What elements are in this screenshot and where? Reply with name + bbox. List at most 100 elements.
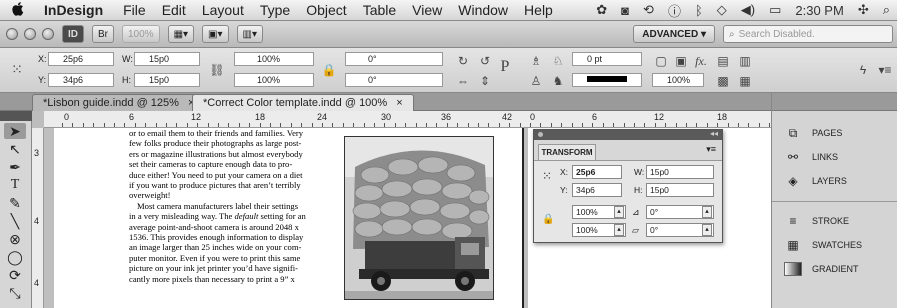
document-page-left[interactable]: or to email them to their friends and fa…	[54, 128, 524, 308]
effects-button[interactable]: fx.	[690, 52, 712, 70]
panel-item-pages[interactable]: ⧉ PAGES	[784, 123, 843, 143]
menu-table[interactable]: Table	[355, 2, 404, 18]
tab-close-icon[interactable]: ×	[396, 97, 402, 109]
volume-icon[interactable]: ◀)	[734, 2, 762, 18]
collapse-panel-icon[interactable]: ◂◂	[710, 129, 718, 138]
menu-view[interactable]: View	[404, 2, 450, 18]
screen-mode-button[interactable]: ▣▾	[202, 25, 229, 43]
arrange-documents-button[interactable]: ▥▾	[236, 25, 263, 43]
scale-x-stepper[interactable]: ▴	[614, 206, 624, 218]
constrain-scale-icon[interactable]: 🔒	[318, 61, 340, 79]
tab-lisbon-guide[interactable]: *Lisbon guide.indd @ 125% ×	[32, 94, 206, 111]
rotation-stepper[interactable]: ▴	[702, 206, 712, 218]
menu-object[interactable]: Object	[298, 2, 354, 18]
bluetooth-icon[interactable]: ᛒ	[688, 3, 710, 18]
select-next-icon[interactable]: ♞	[547, 72, 569, 90]
menu-type[interactable]: Type	[252, 2, 298, 18]
scale-tool-icon[interactable]: ⤡	[4, 285, 26, 301]
width-field[interactable]: 15p0	[134, 52, 200, 66]
view-options-button[interactable]: ▦▾	[167, 25, 195, 43]
search-field[interactable]: ⌕ Search Disabled.	[723, 25, 893, 43]
x-position-field[interactable]: 25p6	[572, 165, 622, 179]
wifi-icon[interactable]: ◇	[710, 2, 734, 18]
spotlight-icon[interactable]: ⌕	[876, 2, 897, 18]
scale-y-field[interactable]: 100%	[234, 73, 314, 87]
panel-item-swatches[interactable]: ▦ SWATCHES	[784, 235, 862, 255]
pencil-tool-icon[interactable]: ✎	[4, 195, 26, 211]
scale-x-field[interactable]: 100%	[234, 52, 314, 66]
select-content-icon[interactable]: ♘	[547, 52, 569, 70]
select-container-icon[interactable]: ♗	[525, 52, 547, 70]
panel-item-layers[interactable]: ◈ LAYERS	[784, 171, 846, 191]
truck-photo-frame[interactable]	[344, 136, 494, 300]
apple-menu-icon[interactable]	[12, 1, 38, 20]
shear-stepper[interactable]: ▴	[702, 224, 712, 236]
stroke-type-dropdown[interactable]	[572, 73, 642, 87]
width-field[interactable]: 15p0	[646, 165, 714, 179]
bridge-button[interactable]: Br	[92, 25, 114, 43]
flip-horizontal-icon[interactable]: ⇔	[452, 72, 474, 90]
control-panel-menu-icon[interactable]: ▾≡	[874, 61, 896, 79]
body-text-frame[interactable]: or to email them to their friends and fa…	[129, 128, 327, 284]
text-wrap-icon[interactable]: ▤	[712, 52, 734, 70]
type-on-path-icon[interactable]: P	[494, 58, 516, 76]
rotate-tool-icon[interactable]: ⟳	[4, 267, 26, 283]
close-window-button[interactable]	[6, 28, 18, 40]
menu-edit[interactable]: Edit	[154, 2, 194, 18]
status-app-icon[interactable]: ✿	[589, 2, 614, 18]
stroke-weight-field[interactable]: 0 pt	[572, 52, 642, 66]
selection-tool-icon[interactable]: ➤	[4, 123, 26, 139]
battery-icon[interactable]: ▭	[762, 2, 788, 18]
vertical-ruler[interactable]: 3 4 4	[32, 128, 44, 308]
zoom-window-button[interactable]	[42, 28, 54, 40]
minimize-window-button[interactable]	[24, 28, 36, 40]
shadow-box-icon[interactable]: ▣	[670, 52, 692, 70]
status-info-icon[interactable]: ⓘ	[661, 1, 688, 20]
zoom-level-dropdown[interactable]: 100%	[122, 25, 160, 43]
panel-item-links[interactable]: ⚯ LINKS	[784, 147, 838, 167]
menu-layout[interactable]: Layout	[194, 2, 252, 18]
ellipse-tool-icon[interactable]: ◯	[4, 249, 26, 265]
horizontal-ruler[interactable]: 0 6 12 18 24 30 36 42 0 6 12 18	[44, 111, 771, 128]
tab-transform[interactable]: TRANSFORM	[538, 144, 596, 160]
y-position-field[interactable]: 34p6	[48, 73, 114, 87]
rectangle-frame-tool-icon[interactable]: ⊗	[4, 231, 26, 247]
close-panel-icon[interactable]	[538, 132, 543, 137]
direct-selection-tool-icon[interactable]: ↖	[4, 141, 26, 157]
reference-point-icon[interactable]: ⁙	[6, 60, 28, 78]
x-position-field[interactable]: 25p6	[48, 52, 114, 66]
indesign-logo-icon[interactable]: ID	[62, 25, 84, 43]
menu-file[interactable]: File	[115, 2, 154, 18]
rotation-angle-field[interactable]: 0°	[345, 52, 443, 66]
fit-frame-icon[interactable]: ▩	[712, 72, 734, 90]
line-tool-icon[interactable]: ╲	[4, 213, 26, 229]
opacity-field[interactable]: 100%	[652, 73, 704, 87]
tools-panel-header[interactable]	[0, 111, 32, 121]
drop-shadow-icon[interactable]: ▢	[650, 52, 672, 70]
type-tool-icon[interactable]: T	[4, 177, 26, 193]
panel-dock-header[interactable]	[772, 93, 897, 111]
menu-help[interactable]: Help	[516, 2, 561, 18]
transform-panel-titlebar[interactable]: ◂◂	[534, 129, 722, 140]
clock[interactable]: 2:30 PM	[788, 3, 850, 18]
workspace-switcher[interactable]: ADVANCED ▾	[633, 25, 715, 43]
constrain-proportions-icon[interactable]: ⛓	[206, 61, 228, 79]
user-switch-icon[interactable]: ✣	[851, 2, 876, 18]
center-content-icon[interactable]: ▦	[734, 72, 756, 90]
app-name-menu[interactable]: InDesign	[38, 2, 115, 18]
scale-y-stepper[interactable]: ▴	[614, 224, 624, 236]
panel-item-stroke[interactable]: ≡ STROKE	[784, 211, 849, 231]
shear-angle-field[interactable]: 0°	[345, 73, 443, 87]
select-previous-icon[interactable]: ♙	[525, 72, 547, 90]
quick-apply-icon[interactable]: ϟ	[852, 61, 874, 79]
flip-vertical-icon[interactable]: ⇕	[474, 72, 496, 90]
status-drive-icon[interactable]: ◙	[614, 3, 636, 18]
panel-menu-icon[interactable]: ▾≡	[706, 144, 716, 155]
y-position-field[interactable]: 34p6	[572, 183, 622, 197]
panel-item-gradient[interactable]: GRADIENT	[784, 259, 859, 279]
time-machine-icon[interactable]: ⟲	[636, 2, 661, 18]
height-field[interactable]: 15p0	[134, 73, 200, 87]
rotate-cw-icon[interactable]: ↻	[452, 52, 474, 70]
constrain-proportions-icon[interactable]: 🔒	[542, 214, 554, 225]
menu-window[interactable]: Window	[450, 2, 516, 18]
